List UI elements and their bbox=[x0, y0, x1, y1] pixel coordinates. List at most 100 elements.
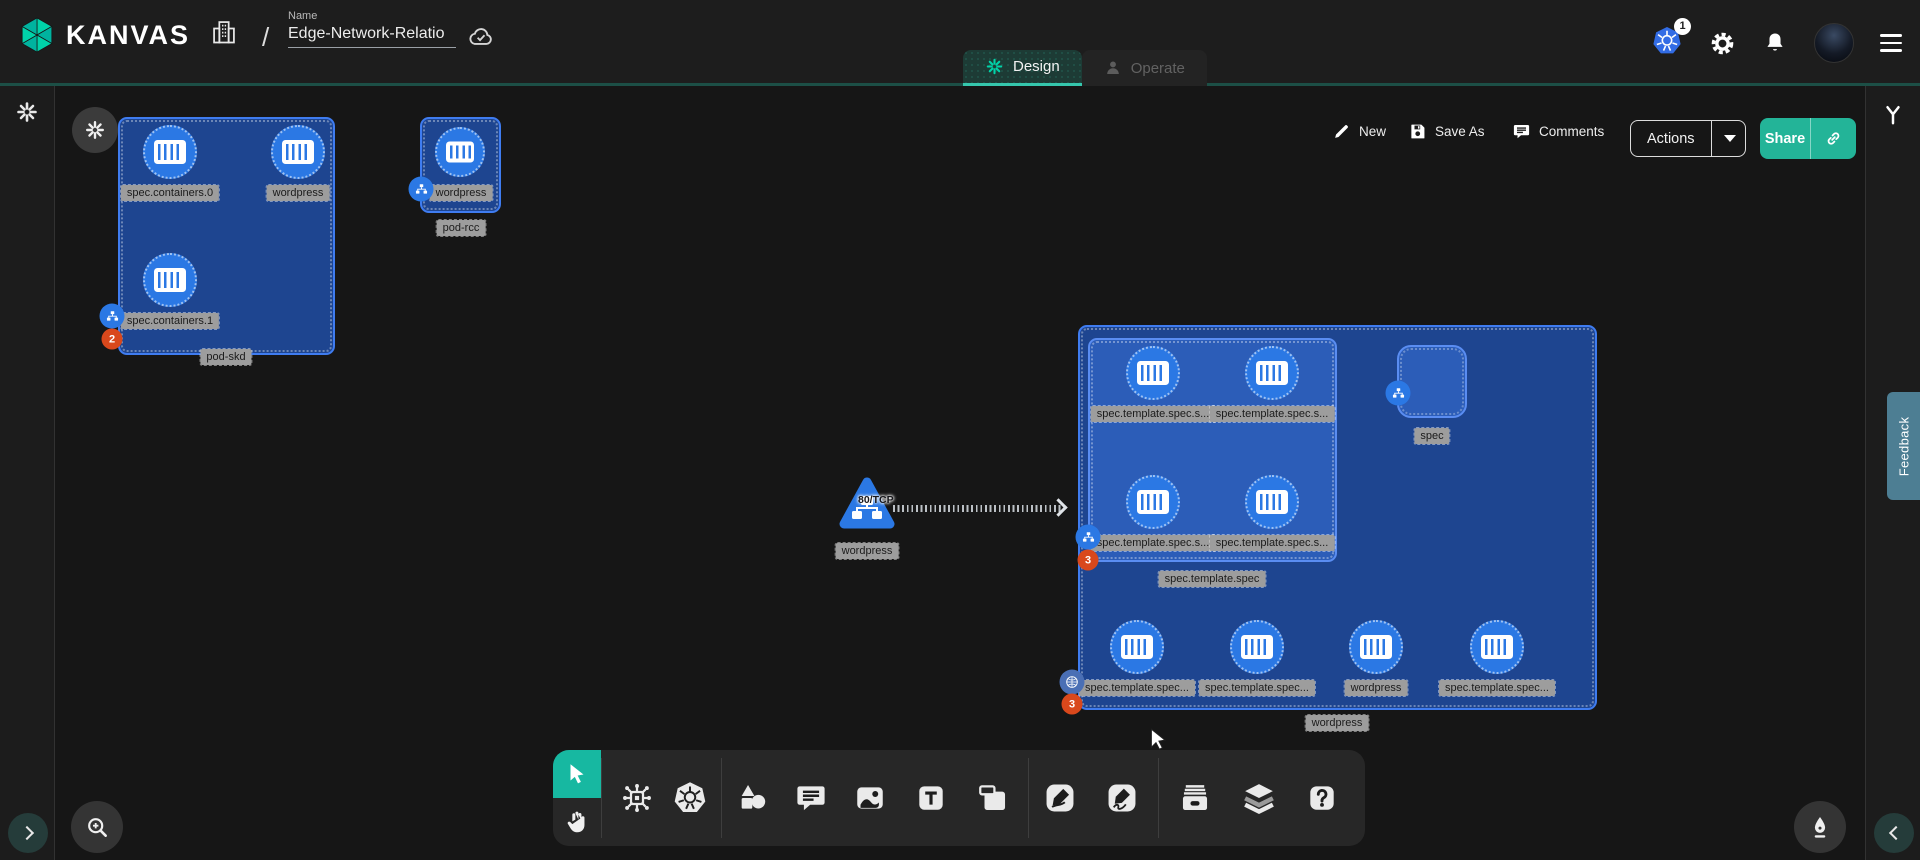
node-template-container-0[interactable] bbox=[1126, 346, 1180, 400]
spec-relationship-badge[interactable] bbox=[1386, 381, 1411, 406]
pod-skd-count-badge[interactable]: 2 bbox=[102, 329, 123, 350]
component-circuit-tool[interactable] bbox=[619, 780, 655, 816]
node-deployment-container-3[interactable] bbox=[1470, 620, 1524, 674]
kanvas-hexagon-icon bbox=[18, 16, 56, 54]
node-spec-containers-1[interactable] bbox=[143, 253, 197, 307]
select-arrow-tool[interactable] bbox=[553, 750, 601, 798]
operate-person-icon bbox=[1104, 59, 1122, 77]
template-relationship-badge[interactable] bbox=[1076, 525, 1101, 550]
canvas-menu-button[interactable] bbox=[72, 107, 118, 153]
node-label: wordpress bbox=[1345, 680, 1408, 696]
actions-caret-button[interactable] bbox=[1711, 121, 1748, 156]
toolbar-divider bbox=[1158, 758, 1159, 838]
note-tool[interactable] bbox=[976, 781, 1010, 815]
header-right: 1 bbox=[1651, 0, 1902, 86]
container-icon bbox=[1360, 635, 1392, 659]
spec-label: spec bbox=[1414, 428, 1449, 444]
comments-button[interactable]: Comments bbox=[1512, 122, 1604, 141]
bottom-toolbar bbox=[553, 750, 1365, 846]
container-icon bbox=[1137, 490, 1169, 514]
share-link-button[interactable] bbox=[1810, 118, 1856, 159]
node-spec-containers-0[interactable] bbox=[143, 125, 197, 179]
snowflake-menu-icon bbox=[84, 119, 106, 141]
pencil-draw-tool[interactable] bbox=[1105, 781, 1139, 815]
template-count-badge[interactable]: 3 bbox=[1078, 550, 1099, 571]
node-label: spec.template.spec... bbox=[1199, 680, 1315, 696]
new-pencil-icon bbox=[1332, 122, 1351, 141]
container-icon bbox=[1256, 361, 1288, 385]
container-icon bbox=[1121, 635, 1153, 659]
node-deployment-container-1[interactable] bbox=[1230, 620, 1284, 674]
save-as-button[interactable]: Save As bbox=[1408, 122, 1485, 141]
node-label: spec.template.spec.s... bbox=[1210, 406, 1335, 422]
container-icon bbox=[1241, 635, 1273, 659]
node-template-container-2[interactable] bbox=[1126, 475, 1180, 529]
container-icon bbox=[1481, 635, 1513, 659]
node-deployment-container-0[interactable] bbox=[1110, 620, 1164, 674]
node-spec[interactable] bbox=[1397, 345, 1467, 418]
deployment-count-badge[interactable]: 3 bbox=[1062, 694, 1083, 715]
share-label: Share bbox=[1760, 131, 1810, 147]
image-tool[interactable] bbox=[853, 781, 887, 815]
node-template-container-1[interactable] bbox=[1245, 346, 1299, 400]
edge-service-to-deployment[interactable] bbox=[893, 505, 1061, 512]
layers-tool[interactable] bbox=[1242, 781, 1277, 816]
node-deployment-wordpress[interactable] bbox=[1349, 620, 1403, 674]
zoom-in-button[interactable] bbox=[71, 801, 123, 853]
node-label: spec.containers.1 bbox=[121, 313, 219, 329]
help-tool[interactable] bbox=[1306, 782, 1339, 815]
design-name-input[interactable] bbox=[288, 25, 456, 48]
caret-down-icon bbox=[1724, 135, 1736, 142]
comment-tool[interactable] bbox=[794, 781, 828, 815]
node-label: spec.containers.0 bbox=[121, 185, 219, 201]
design-pen-button[interactable] bbox=[1794, 801, 1846, 853]
node-label: spec.template.spec.s... bbox=[1210, 535, 1335, 551]
user-avatar[interactable] bbox=[1814, 23, 1854, 63]
notifications-bell-icon[interactable] bbox=[1762, 30, 1788, 56]
kubernetes-context-button[interactable]: 1 bbox=[1651, 25, 1683, 62]
breadcrumb-separator: / bbox=[262, 22, 269, 53]
node-label: wordpress bbox=[267, 185, 330, 201]
feedback-tab[interactable]: Feedback bbox=[1887, 392, 1920, 500]
pod-relationship-badge[interactable] bbox=[100, 304, 125, 329]
node-label: spec.template.spec.s... bbox=[1091, 535, 1216, 551]
tab-operate[interactable]: Operate bbox=[1082, 50, 1207, 86]
drawer-archive-tool[interactable] bbox=[1178, 781, 1212, 815]
node-wordpress-container[interactable] bbox=[271, 125, 325, 179]
hamburger-menu-icon[interactable] bbox=[1880, 34, 1902, 52]
node-label: spec.template.spec.s... bbox=[1091, 406, 1216, 422]
feedback-label: Feedback bbox=[1896, 416, 1911, 476]
node-template-container-3[interactable] bbox=[1245, 475, 1299, 529]
service-label: wordpress bbox=[836, 543, 899, 559]
tab-design[interactable]: Design bbox=[963, 50, 1082, 86]
actions-dropdown-button[interactable]: Actions bbox=[1630, 120, 1746, 157]
shapes-tool[interactable] bbox=[736, 781, 770, 815]
node-wordpress-rcc[interactable] bbox=[435, 127, 485, 177]
mouse-cursor bbox=[1146, 726, 1172, 752]
pen-nib-icon bbox=[1807, 814, 1833, 840]
share-button[interactable]: Share bbox=[1760, 118, 1856, 159]
merge-y-icon[interactable] bbox=[1882, 104, 1904, 126]
organization-building-icon[interactable] bbox=[210, 18, 238, 51]
group-label-wordpress: wordpress bbox=[1306, 715, 1369, 731]
expand-left-panel-button[interactable] bbox=[8, 813, 48, 853]
expand-right-panel-button[interactable] bbox=[1874, 813, 1914, 853]
pan-hand-tool[interactable] bbox=[553, 798, 601, 846]
left-sidebar bbox=[0, 86, 55, 860]
pod-relationship-badge[interactable] bbox=[409, 177, 434, 202]
kanvas-logo[interactable]: KANVAS bbox=[18, 16, 190, 54]
new-button[interactable]: New bbox=[1332, 122, 1386, 141]
toolbar-divider bbox=[601, 758, 602, 838]
edge-port-label: 80/TCP bbox=[858, 494, 894, 506]
group-label-spec-template-spec: spec.template.spec bbox=[1159, 571, 1266, 587]
pen-tool[interactable] bbox=[1043, 781, 1077, 815]
kubernetes-tool[interactable] bbox=[672, 780, 708, 816]
mesh-globe-badge[interactable] bbox=[1060, 670, 1085, 695]
group-label-pod-skd: pod-skd bbox=[200, 349, 251, 365]
container-icon bbox=[154, 268, 186, 292]
new-label: New bbox=[1359, 124, 1386, 139]
container-icon bbox=[446, 142, 474, 163]
meshery-swirl-icon[interactable] bbox=[15, 100, 39, 124]
settings-gear-icon[interactable] bbox=[1709, 30, 1736, 57]
text-tool[interactable] bbox=[915, 782, 948, 815]
